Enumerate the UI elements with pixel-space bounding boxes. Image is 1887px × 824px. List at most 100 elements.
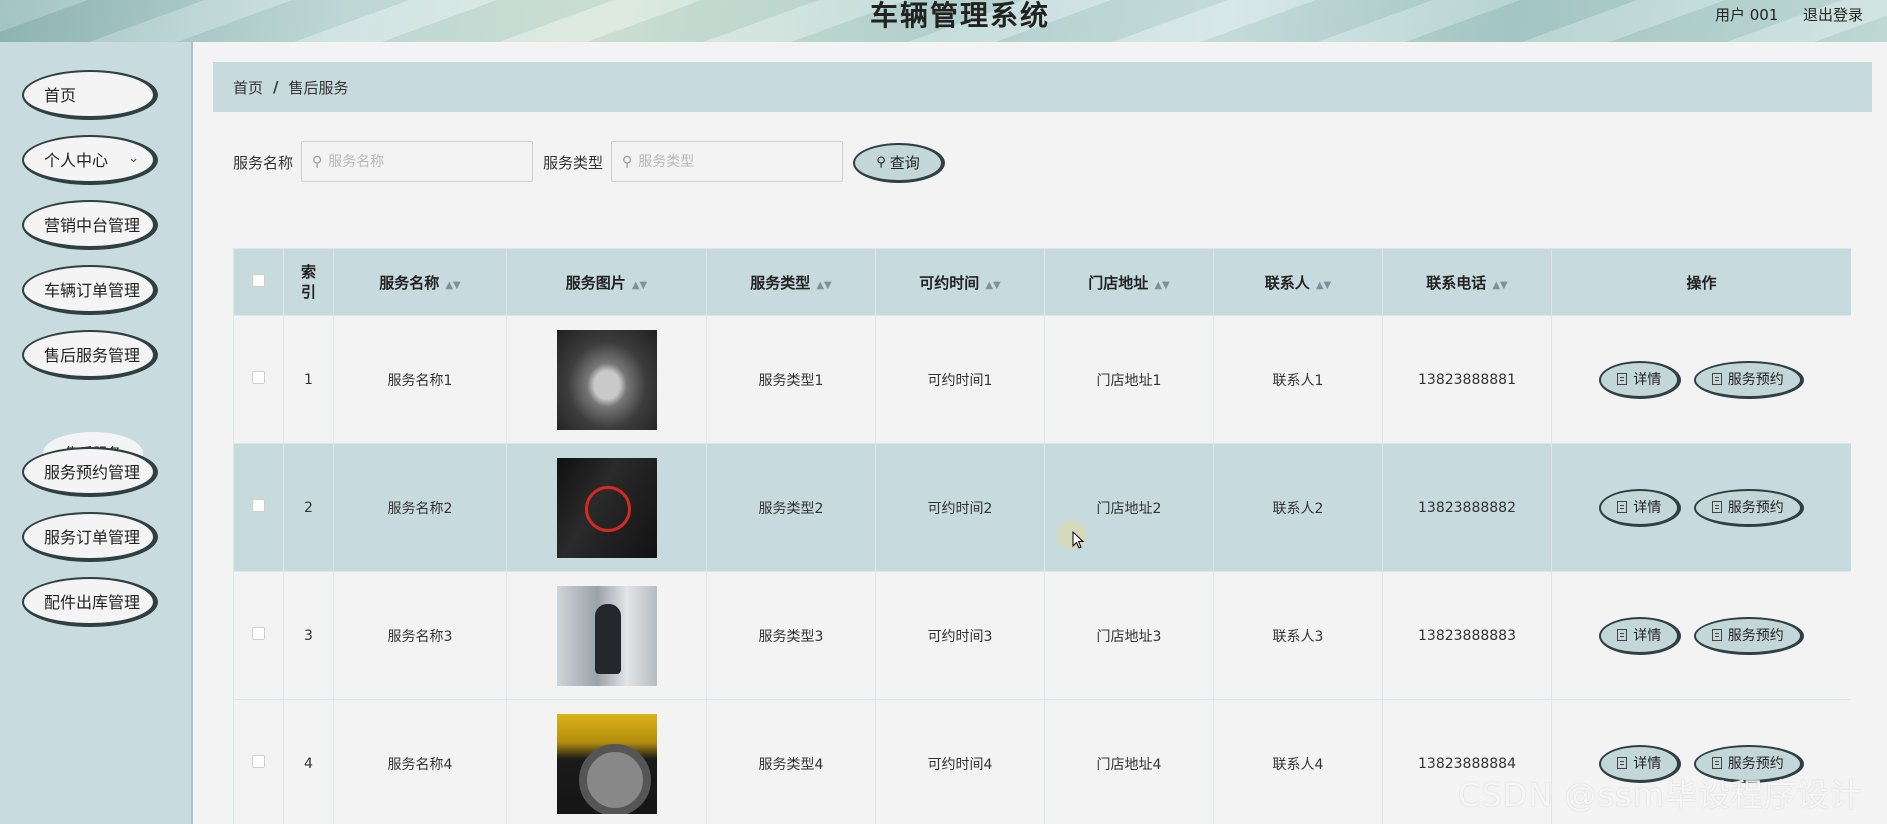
sort-icon[interactable]: ▲▼ bbox=[1316, 280, 1331, 291]
column-header-phone[interactable]: 联系电话 ▲▼ bbox=[1382, 248, 1552, 316]
time-cell: 可约时间4 bbox=[875, 699, 1045, 824]
name-cell: 服务名称4 bbox=[333, 699, 507, 824]
service-name-field[interactable]: ⚲ bbox=[301, 141, 533, 182]
sort-icon[interactable]: ▲▼ bbox=[816, 280, 831, 291]
column-header-address[interactable]: 门店地址 ▲▼ bbox=[1044, 248, 1214, 316]
service-image[interactable] bbox=[556, 329, 657, 430]
service-booking-button[interactable]: 服务预约 bbox=[1693, 488, 1804, 527]
address-cell: 门店地址1 bbox=[1044, 315, 1214, 444]
type-cell: 服务类型3 bbox=[706, 571, 876, 700]
sidebar-item-label: 售后服务管理 bbox=[44, 346, 141, 365]
detail-button[interactable]: 详情 bbox=[1599, 360, 1682, 399]
query-button-label: 查询 bbox=[889, 154, 920, 172]
column-header-contact[interactable]: 联系人 ▲▼ bbox=[1213, 248, 1383, 316]
document-icon bbox=[1711, 757, 1722, 769]
detail-button[interactable]: 详情 bbox=[1599, 488, 1682, 527]
sidebar-item-personal-center[interactable]: 个人中心 ⌄ bbox=[22, 135, 158, 185]
row-checkbox[interactable] bbox=[252, 627, 265, 640]
sort-icon[interactable]: ▲▼ bbox=[445, 280, 460, 291]
actions-cell: 详情 服务预约 bbox=[1551, 315, 1851, 444]
sidebar-item-marketing[interactable]: 营销中台管理 bbox=[22, 200, 158, 250]
column-header-image[interactable]: 服务图片 ▲▼ bbox=[506, 248, 707, 316]
detail-button[interactable]: 详情 bbox=[1599, 616, 1682, 655]
sidebar-item-label: 车辆订单管理 bbox=[44, 281, 141, 300]
row-select-cell bbox=[233, 443, 284, 572]
sort-icon[interactable]: ▲▼ bbox=[985, 280, 1000, 291]
sidebar-item-service-booking[interactable]: 服务预约管理 bbox=[22, 447, 158, 497]
table-row: 1 服务名称1 服务类型1 可约时间1 门店地址1 联系人1 138238888… bbox=[233, 315, 1851, 444]
contact-cell: 联系人4 bbox=[1213, 699, 1383, 824]
service-booking-button[interactable]: 服务预约 bbox=[1693, 616, 1804, 655]
sidebar-item-after-sales[interactable]: 售后服务管理 bbox=[22, 330, 158, 380]
image-cell bbox=[506, 443, 707, 572]
chevron-down-icon: ⌄ bbox=[128, 151, 139, 166]
image-cell bbox=[506, 699, 707, 824]
service-name-label: 服务名称 bbox=[233, 154, 294, 172]
phone-cell: 13823888883 bbox=[1382, 571, 1552, 700]
sidebar-item-vehicle-orders[interactable]: 车辆订单管理 bbox=[22, 265, 158, 315]
type-cell: 服务类型4 bbox=[706, 699, 876, 824]
service-type-field[interactable]: ⚲ bbox=[611, 141, 843, 182]
image-cell bbox=[506, 571, 707, 700]
sidebar: 首页 个人中心⌄ 营销中台管理 车辆订单管理 售后服务管理 售后服务 服务预约管… bbox=[0, 42, 193, 824]
name-cell: 服务名称2 bbox=[333, 443, 507, 572]
contact-cell: 联系人1 bbox=[1213, 315, 1383, 444]
select-all-cell bbox=[233, 248, 284, 316]
service-image[interactable] bbox=[556, 713, 657, 814]
row-checkbox[interactable] bbox=[252, 499, 265, 512]
actions-cell: 详情 服务预约 bbox=[1551, 443, 1851, 572]
breadcrumb-home[interactable]: 首页 bbox=[233, 77, 263, 98]
top-header: 车辆管理系统 用户 001 退出登录 bbox=[0, 0, 1887, 42]
column-header-type[interactable]: 服务类型 ▲▼ bbox=[706, 248, 876, 316]
logout-link[interactable]: 退出登录 bbox=[1803, 4, 1863, 25]
document-icon bbox=[1711, 373, 1722, 385]
table-row: 3 服务名称3 服务类型3 可约时间3 门店地址3 联系人3 138238888… bbox=[233, 571, 1851, 700]
contact-cell: 联系人3 bbox=[1213, 571, 1383, 700]
select-all-checkbox[interactable] bbox=[252, 274, 265, 287]
watermark: CSDN @ssm毕设程序设计 bbox=[1458, 776, 1863, 814]
type-cell: 服务类型2 bbox=[706, 443, 876, 572]
service-table: 索引 服务名称 ▲▼ 服务图片 ▲▼ 服务类型 ▲▼ 可约时间 ▲▼ 门店地址 ▲▼ 联系… bbox=[233, 248, 1851, 824]
query-button[interactable]: ⚲ 查询 bbox=[853, 143, 945, 183]
sidebar-item-label: 首页 bbox=[44, 86, 77, 105]
phone-cell: 13823888881 bbox=[1382, 315, 1552, 444]
row-select-cell bbox=[233, 571, 284, 700]
time-cell: 可约时间2 bbox=[875, 443, 1045, 572]
document-icon bbox=[1617, 629, 1628, 641]
table-header-row: 索引 服务名称 ▲▼ 服务图片 ▲▼ 服务类型 ▲▼ 可约时间 ▲▼ 门店地址 ▲▼ 联系… bbox=[233, 248, 1851, 316]
column-header-actions: 操作 bbox=[1551, 248, 1851, 316]
index-cell: 1 bbox=[283, 315, 334, 444]
phone-cell: 13823888882 bbox=[1382, 443, 1552, 572]
document-icon bbox=[1711, 629, 1722, 641]
sort-icon[interactable]: ▲▼ bbox=[1154, 280, 1169, 291]
sidebar-item-label: 服务预约管理 bbox=[44, 463, 141, 482]
index-cell: 3 bbox=[283, 571, 334, 700]
index-cell: 2 bbox=[283, 443, 334, 572]
actions-cell: 详情 服务预约 bbox=[1551, 571, 1851, 700]
sidebar-item-label: 个人中心 bbox=[44, 151, 109, 170]
sidebar-item-parts-outbound[interactable]: 配件出库管理 bbox=[22, 577, 158, 627]
column-header-name[interactable]: 服务名称 ▲▼ bbox=[333, 248, 507, 316]
service-booking-button[interactable]: 服务预约 bbox=[1693, 360, 1804, 399]
service-image[interactable] bbox=[556, 585, 657, 686]
sort-icon[interactable]: ▲▼ bbox=[632, 280, 647, 291]
column-header-time[interactable]: 可约时间 ▲▼ bbox=[875, 248, 1045, 316]
breadcrumb: 首页 / 售后服务 bbox=[213, 62, 1872, 112]
service-image[interactable] bbox=[556, 457, 657, 558]
document-icon bbox=[1711, 501, 1722, 513]
time-cell: 可约时间3 bbox=[875, 571, 1045, 700]
row-checkbox[interactable] bbox=[252, 755, 265, 768]
row-select-cell bbox=[233, 699, 284, 824]
document-icon bbox=[1617, 501, 1628, 513]
breadcrumb-separator: / bbox=[273, 78, 279, 96]
sort-icon[interactable]: ▲▼ bbox=[1492, 280, 1507, 291]
service-type-input[interactable] bbox=[638, 153, 819, 170]
app-title: 车辆管理系统 bbox=[870, 0, 1051, 32]
row-checkbox[interactable] bbox=[252, 371, 265, 384]
sidebar-item-home[interactable]: 首页 bbox=[22, 70, 158, 120]
name-cell: 服务名称3 bbox=[333, 571, 507, 700]
service-name-input[interactable] bbox=[328, 153, 509, 170]
document-icon bbox=[1617, 757, 1628, 769]
address-cell: 门店地址4 bbox=[1044, 699, 1214, 824]
sidebar-item-service-orders[interactable]: 服务订单管理 bbox=[22, 512, 158, 562]
